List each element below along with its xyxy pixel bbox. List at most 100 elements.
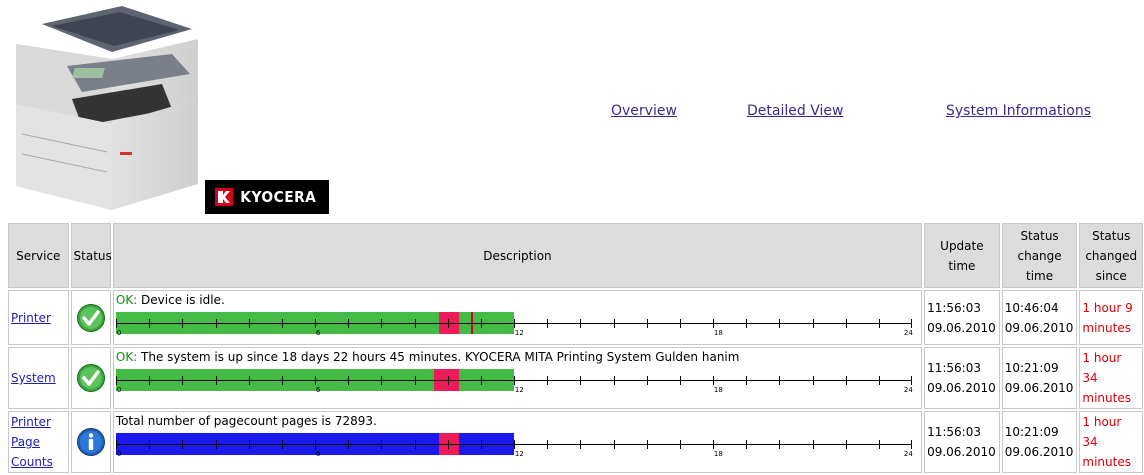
timeline-tick bbox=[546, 376, 548, 385]
timeline-tick bbox=[613, 376, 615, 385]
timeline-tick bbox=[712, 319, 714, 328]
nav-overview-link[interactable]: Overview bbox=[611, 103, 677, 119]
change-date: 09.06.2010 bbox=[1004, 381, 1074, 395]
column-header-status: Status bbox=[70, 223, 112, 288]
timeline-tick-label: 18 bbox=[713, 386, 723, 394]
timeline-tick bbox=[181, 440, 183, 449]
timeline-tick bbox=[215, 319, 217, 328]
status-timeline: 0 6 12 18 24 bbox=[115, 310, 916, 337]
column-header-description: Description bbox=[112, 223, 923, 288]
timeline-tick-label: 18 bbox=[713, 329, 723, 337]
status-description: Device is idle. bbox=[137, 293, 225, 307]
timeline-tick bbox=[745, 319, 747, 328]
timeline-tick bbox=[480, 440, 482, 449]
timeline-tick bbox=[248, 319, 250, 328]
timeline-tick bbox=[812, 440, 814, 449]
timeline-tick bbox=[613, 440, 615, 449]
timeline-tick bbox=[546, 440, 548, 449]
timeline-tick bbox=[347, 440, 349, 449]
timeline-tick bbox=[447, 376, 449, 385]
table-row: Printer Page Counts Total number of page… bbox=[8, 411, 1143, 473]
status-changed-since: 1 hour 34 minutes bbox=[1079, 411, 1143, 473]
timeline-tick-label: 18 bbox=[713, 450, 723, 458]
timeline-tick bbox=[447, 319, 449, 328]
update-date: 09.06.2010 bbox=[927, 320, 996, 335]
table-header-row: Service Status Description Update time S… bbox=[8, 223, 1143, 288]
timeline-tick bbox=[878, 440, 880, 449]
timeline-tick bbox=[845, 440, 847, 449]
timeline-tick-label: 24 bbox=[903, 386, 913, 394]
timeline-tick bbox=[778, 440, 780, 449]
timeline-tick-label: 12 bbox=[514, 450, 524, 458]
table-row: System OK: The system is up since 18 day… bbox=[8, 347, 1143, 409]
timeline-tick bbox=[845, 319, 847, 328]
nav-detailed-view-link[interactable]: Detailed View bbox=[747, 103, 843, 119]
change-time: 10:21:09 bbox=[1004, 361, 1059, 375]
status-description: The system is up since 18 days 22 hours … bbox=[137, 350, 740, 364]
timeline-tick bbox=[579, 319, 581, 328]
change-date: 09.06.2010 bbox=[1004, 320, 1074, 335]
service-link-system[interactable]: System bbox=[11, 371, 56, 385]
services-status-table: Service Status Description Update time S… bbox=[6, 221, 1144, 475]
timeline-tick bbox=[910, 376, 912, 385]
update-time: 11:56:03 bbox=[927, 361, 981, 375]
service-link-printer-page-counts[interactable]: Printer Page Counts bbox=[11, 415, 53, 469]
timeline-tick bbox=[480, 319, 482, 328]
timeline-tick bbox=[812, 319, 814, 328]
timeline-tick bbox=[215, 376, 217, 385]
timeline-tick bbox=[347, 319, 349, 328]
timeline-tick-label: 0 bbox=[116, 386, 122, 394]
timeline-tick bbox=[148, 440, 150, 449]
update-time: 11:56:03 bbox=[927, 425, 981, 439]
update-time: 11:56:03 bbox=[927, 300, 981, 315]
printer-device-image bbox=[16, 6, 198, 210]
timeline-tick-label: 0 bbox=[116, 450, 122, 458]
timeline-tick bbox=[579, 440, 581, 449]
timeline-tick bbox=[878, 319, 880, 328]
timeline-tick bbox=[845, 376, 847, 385]
timeline-tick bbox=[812, 376, 814, 385]
timeline-tick bbox=[314, 376, 316, 385]
timeline-tick bbox=[546, 319, 548, 328]
timeline-tick bbox=[414, 319, 416, 328]
status-changed-since: 1 hour 34 minutes bbox=[1079, 347, 1143, 409]
timeline-tick-label: 12 bbox=[514, 386, 524, 394]
column-header-update-time: Update time bbox=[924, 223, 1000, 288]
service-link-printer[interactable]: Printer bbox=[11, 311, 51, 325]
ok-check-icon bbox=[76, 364, 105, 392]
timeline-tick bbox=[679, 376, 681, 385]
timeline-tick bbox=[778, 319, 780, 328]
timeline-tick bbox=[314, 440, 316, 449]
timeline-tick bbox=[712, 440, 714, 449]
column-header-service: Service bbox=[8, 223, 69, 288]
timeline-tick bbox=[613, 319, 615, 328]
timeline-tick bbox=[148, 319, 150, 328]
timeline-tick bbox=[646, 319, 648, 328]
timeline-tick bbox=[712, 376, 714, 385]
timeline-tick bbox=[513, 319, 515, 328]
timeline-tick-label: 12 bbox=[514, 329, 524, 337]
timeline-tick bbox=[115, 376, 117, 385]
status-prefix: OK: bbox=[115, 293, 138, 307]
timeline-tick bbox=[281, 319, 283, 328]
timeline-tick bbox=[910, 440, 912, 449]
timeline-tick bbox=[513, 376, 515, 385]
timeline-tick bbox=[148, 376, 150, 385]
timeline-tick bbox=[215, 440, 217, 449]
table-row: Printer OK: Device is idle. 0 6 12 18 24 11:… bbox=[8, 290, 1143, 345]
timeline-tick bbox=[878, 376, 880, 385]
change-time: 10:46:04 bbox=[1004, 300, 1059, 315]
timeline-tick bbox=[380, 319, 382, 328]
status-changed-since: 1 hour 9 minutes bbox=[1079, 290, 1143, 345]
update-date: 09.06.2010 bbox=[927, 381, 996, 395]
column-header-status-changed-since: Status changed since bbox=[1079, 223, 1143, 288]
timeline-tick-label: 24 bbox=[903, 450, 913, 458]
timeline-tick bbox=[380, 440, 382, 449]
column-header-status-change-time: Status change time bbox=[1001, 223, 1078, 288]
timeline-tick-label: 6 bbox=[315, 329, 321, 337]
nav-system-informations-link[interactable]: System Informations bbox=[946, 103, 1091, 119]
timeline-tick bbox=[181, 319, 183, 328]
ok-check-icon bbox=[76, 303, 105, 332]
timeline-tick bbox=[281, 440, 283, 449]
timeline-tick bbox=[414, 376, 416, 385]
